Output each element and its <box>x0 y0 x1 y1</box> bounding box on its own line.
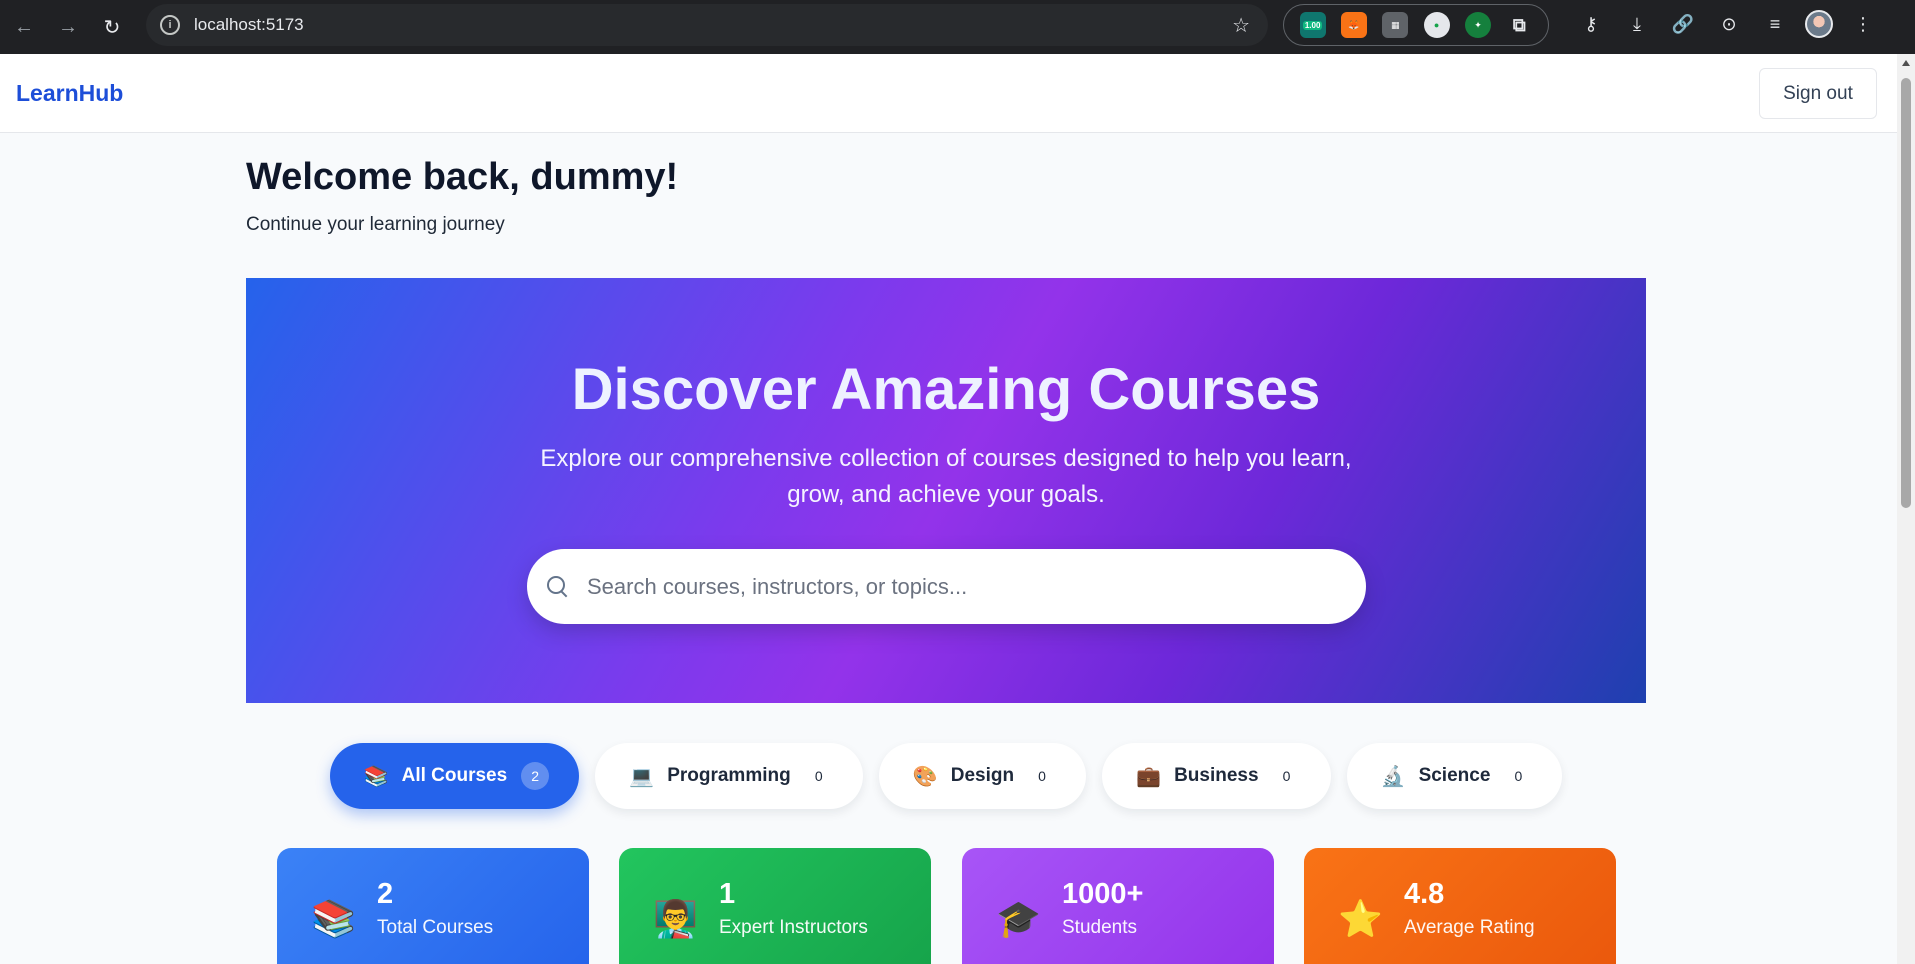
briefcase-icon: 💼 <box>1136 765 1161 788</box>
category-tab-design[interactable]: 🎨 Design 0 <box>878 743 1087 809</box>
stat-value: 1 <box>719 878 736 910</box>
category-tab-all-courses[interactable]: 📚 All Courses 2 <box>329 743 580 809</box>
microscope-icon: 🔬 <box>1380 765 1406 788</box>
hero-title: Discover Amazing Courses <box>571 357 1321 422</box>
stat-label: Expert Instructors <box>719 917 868 938</box>
category-tab-business[interactable]: 💼 Business 0 <box>1102 743 1331 809</box>
category-count: 0 <box>1038 768 1046 784</box>
stat-value: 2 <box>377 878 394 910</box>
bookmark-star-icon[interactable]: ☆ <box>1232 13 1250 38</box>
browser-toolbar: ← → ↻ i localhost:5173 ☆ 1.00 🦊 ▦ ● ✦ ⧉ … <box>0 0 1915 54</box>
hero-subtitle: Explore our comprehensive collection of … <box>540 445 1352 508</box>
star-icon: ⭐ <box>1338 898 1383 939</box>
page-title: Welcome back, dummy! <box>246 156 679 198</box>
screenshot-icon[interactable]: ⊙ <box>1713 8 1745 40</box>
category-tabs: 📚 All Courses 2 💻 Programming 0 🎨 Design… <box>246 743 1646 809</box>
brand-logo[interactable]: LearnHub <box>16 80 123 107</box>
stat-value: 1000+ <box>1062 878 1144 910</box>
menu-kebab-icon[interactable]: ⋮ <box>1847 8 1879 40</box>
reading-list-icon[interactable]: ≡ <box>1759 8 1791 40</box>
app-header: LearnHub Sign out <box>0 54 1897 133</box>
category-count: 2 <box>521 762 550 790</box>
stat-value: 4.8 <box>1404 878 1445 910</box>
page-subtitle: Continue your learning journey <box>246 214 505 235</box>
stat-label: Total Courses <box>377 917 494 938</box>
stat-card-rating: ⭐ 4.8 Average Rating <box>1304 848 1616 964</box>
scroll-up-icon[interactable] <box>1902 60 1910 66</box>
category-count: 0 <box>814 768 823 784</box>
palette-icon: 🎨 <box>912 765 938 788</box>
category-label: Design <box>950 765 1015 786</box>
stat-card-students: 🎓 1000+ Students <box>962 848 1274 964</box>
site-info-icon[interactable]: i <box>160 15 180 35</box>
category-label: All Courses <box>401 765 508 786</box>
stat-label: Average Rating <box>1404 917 1535 938</box>
sign-out-button[interactable]: Sign out <box>1759 68 1877 119</box>
stat-label: Students <box>1062 917 1137 938</box>
back-icon[interactable]: ← <box>6 9 42 45</box>
leaf-extension-icon[interactable]: ✦ <box>1464 12 1491 38</box>
books-icon: 📚 <box>363 765 389 788</box>
zoom-extension-icon[interactable]: 1.00 <box>1299 12 1326 38</box>
tabs-extension-icon[interactable]: ▦ <box>1382 12 1409 38</box>
stat-card-instructors: 👨‍🏫 1 Expert Instructors <box>619 848 931 964</box>
category-tab-science[interactable]: 🔬 Science 0 <box>1346 743 1563 809</box>
stat-card-total-courses: 📚 2 Total Courses <box>277 848 589 964</box>
address-bar[interactable]: i localhost:5173 ☆ <box>146 4 1268 46</box>
url-text[interactable]: localhost:5173 <box>194 15 304 35</box>
books-icon: 📚 <box>311 898 356 939</box>
category-label: Programming <box>667 765 791 786</box>
page-scrollbar[interactable] <box>1897 54 1915 964</box>
password-key-icon[interactable]: ⚷ <box>1575 8 1607 40</box>
category-tab-programming[interactable]: 💻 Programming 0 <box>595 743 863 809</box>
hero-banner: Discover Amazing Courses Explore our com… <box>246 278 1646 703</box>
graduation-cap-icon: 🎓 <box>996 898 1041 939</box>
search-input[interactable] <box>587 573 1347 600</box>
search-bar[interactable] <box>527 549 1366 624</box>
search-icon <box>547 575 569 598</box>
fox-extension-icon[interactable]: 🦊 <box>1340 12 1367 38</box>
computer-icon: 💻 <box>629 765 655 788</box>
extensions-group: 1.00 🦊 ▦ ● ✦ ⧉ <box>1283 4 1549 46</box>
category-label: Science <box>1418 765 1491 786</box>
link-icon[interactable]: 🔗 <box>1667 8 1699 40</box>
profile-avatar[interactable] <box>1805 10 1833 38</box>
reload-icon[interactable]: ↻ <box>94 9 130 45</box>
scroll-thumb[interactable] <box>1901 78 1911 508</box>
puzzle-extensions-icon[interactable]: ⧉ <box>1506 12 1532 38</box>
download-icon[interactable]: ⤓ <box>1621 8 1653 40</box>
category-label: Business <box>1174 765 1259 786</box>
ball-extension-icon[interactable]: ● <box>1423 12 1450 38</box>
teacher-icon: 👨‍🏫 <box>653 898 698 939</box>
forward-icon[interactable]: → <box>50 9 86 45</box>
browser-actions: ⚷ ⤓ 🔗 ⊙ ≡ ⋮ <box>1575 8 1879 40</box>
category-count: 0 <box>1514 768 1523 784</box>
category-count: 0 <box>1282 768 1291 784</box>
